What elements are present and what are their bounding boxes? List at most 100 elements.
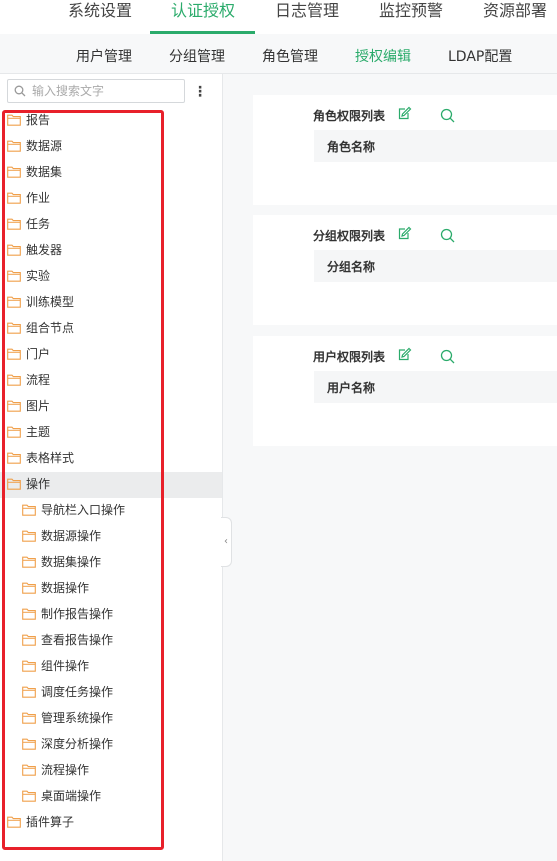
tree-item[interactable]: 门户: [0, 342, 222, 368]
tree-item-label: 任务: [26, 217, 51, 231]
more-vertical-icon[interactable]: ⋮: [193, 83, 207, 101]
tree-item-label: 门户: [26, 347, 51, 361]
edit-icon[interactable]: [398, 226, 412, 240]
edit-icon[interactable]: [398, 106, 412, 120]
tree-item-label: 插件算子: [26, 815, 75, 829]
tree-item[interactable]: 训练模型: [0, 290, 222, 316]
tree-child-item[interactable]: 制作报告操作: [0, 602, 222, 628]
search-icon: [14, 85, 26, 97]
tree-item-label: 图片: [26, 399, 51, 413]
tab-monitoring-alerts[interactable]: 监控预警: [379, 0, 443, 34]
tree-item-label: 查看报告操作: [41, 633, 114, 647]
tree-item[interactable]: 触发器: [0, 238, 222, 264]
folder-icon: [7, 816, 21, 828]
tree-item-label: 调度任务操作: [41, 685, 114, 699]
subtab-group-management[interactable]: 分组管理: [169, 46, 225, 66]
group-permission-panel: 分组权限列表 分组名称: [253, 215, 557, 325]
folder-icon: [7, 400, 21, 412]
tree-child-item[interactable]: 数据源操作: [0, 524, 222, 550]
folder-icon: [22, 530, 36, 542]
subtab-role-management[interactable]: 角色管理: [262, 46, 318, 66]
edit-icon[interactable]: [398, 347, 412, 361]
tree-item-label: 桌面端操作: [41, 789, 102, 803]
subtab-authorization-edit[interactable]: 授权编辑: [355, 46, 411, 66]
tree-item-label: 流程操作: [41, 763, 90, 777]
tree-item-label: 组合节点: [26, 321, 75, 335]
tree-item-label: 深度分析操作: [41, 737, 114, 751]
folder-icon: [7, 348, 21, 360]
tree-item[interactable]: 图片: [0, 394, 222, 420]
tab-resource-deploy[interactable]: 资源部署: [483, 0, 547, 34]
tab-system-settings[interactable]: 系统设置: [68, 0, 132, 34]
tree-child-item[interactable]: 数据集操作: [0, 550, 222, 576]
tree-item-label: 触发器: [26, 243, 63, 257]
tab-log-management[interactable]: 日志管理: [275, 0, 339, 34]
column-header: 分组名称: [327, 260, 376, 274]
zoom-icon[interactable]: [440, 349, 455, 364]
table-header: 分组名称: [314, 250, 557, 282]
tree-item[interactable]: 报告: [0, 108, 222, 134]
tree-item[interactable]: 数据集: [0, 160, 222, 186]
user-permission-panel: 用户权限列表 用户名称: [253, 336, 557, 446]
tree-item[interactable]: 实验: [0, 264, 222, 290]
zoom-icon[interactable]: [440, 228, 455, 243]
resource-tree: 报告数据源数据集作业任务触发器实验训练模型组合节点门户流程图片主题表格样式操作导…: [0, 108, 222, 836]
role-permission-panel: 角色权限列表 角色名称: [253, 95, 557, 205]
zoom-icon[interactable]: [440, 108, 455, 123]
folder-icon: [7, 426, 21, 438]
tree-item[interactable]: 操作: [0, 472, 222, 498]
tree-item-label: 主题: [26, 425, 51, 439]
tree-child-item[interactable]: 组件操作: [0, 654, 222, 680]
folder-icon: [22, 686, 36, 698]
table-header: 用户名称: [314, 371, 557, 403]
tree-child-item[interactable]: 流程操作: [0, 758, 222, 784]
tree-item-label: 制作报告操作: [41, 607, 114, 621]
folder-icon: [7, 452, 21, 464]
folder-icon: [22, 712, 36, 724]
column-header: 角色名称: [327, 140, 376, 154]
tree-item[interactable]: 数据源: [0, 134, 222, 160]
tree-item-label: 数据源操作: [41, 529, 102, 543]
tree-child-item[interactable]: 管理系统操作: [0, 706, 222, 732]
tree-item[interactable]: 组合节点: [0, 316, 222, 342]
tree-item[interactable]: 插件算子: [0, 810, 222, 836]
folder-icon: [22, 556, 36, 568]
folder-icon: [22, 790, 36, 802]
search-box[interactable]: [7, 79, 185, 103]
tree-child-item[interactable]: 查看报告操作: [0, 628, 222, 654]
tree-child-item[interactable]: 导航栏入口操作: [0, 498, 222, 524]
folder-icon: [7, 270, 21, 282]
tree-child-item[interactable]: 数据操作: [0, 576, 222, 602]
subtab-ldap-config[interactable]: LDAP配置: [448, 46, 512, 66]
tree-item[interactable]: 流程: [0, 368, 222, 394]
folder-icon: [22, 660, 36, 672]
top-nav: 系统设置 认证授权 日志管理 监控预警 资源部署: [0, 0, 557, 34]
subtab-user-management[interactable]: 用户管理: [76, 46, 132, 66]
panel-title: 角色权限列表: [313, 109, 386, 123]
tree-child-item[interactable]: 深度分析操作: [0, 732, 222, 758]
tree-item[interactable]: 任务: [0, 212, 222, 238]
folder-icon: [22, 582, 36, 594]
folder-icon: [7, 322, 21, 334]
tree-child-item[interactable]: 调度任务操作: [0, 680, 222, 706]
chevron-left-icon[interactable]: ‹: [221, 517, 232, 567]
tree-item[interactable]: 主题: [0, 420, 222, 446]
tree-item-label: 报告: [26, 113, 51, 127]
tree-item-label: 数据集: [26, 165, 63, 179]
folder-icon: [7, 192, 21, 204]
resource-tree-sidebar: ⋮ 报告数据源数据集作业任务触发器实验训练模型组合节点门户流程图片主题表格样式操…: [0, 74, 232, 861]
tab-auth[interactable]: 认证授权: [171, 0, 235, 34]
panel-title: 分组权限列表: [313, 229, 386, 243]
tree-item-label: 训练模型: [26, 295, 75, 309]
tree-item-label: 导航栏入口操作: [41, 503, 126, 517]
panel-title: 用户权限列表: [313, 350, 386, 364]
tree-item[interactable]: 表格样式: [0, 446, 222, 472]
tree-item[interactable]: 作业: [0, 186, 222, 212]
tree-item-label: 表格样式: [26, 451, 75, 465]
tree-item-label: 数据操作: [41, 581, 90, 595]
tree-item-label: 管理系统操作: [41, 711, 114, 725]
tree-child-item[interactable]: 桌面端操作: [0, 784, 222, 810]
search-input[interactable]: [32, 82, 180, 100]
folder-icon: [7, 166, 21, 178]
folder-icon: [22, 608, 36, 620]
